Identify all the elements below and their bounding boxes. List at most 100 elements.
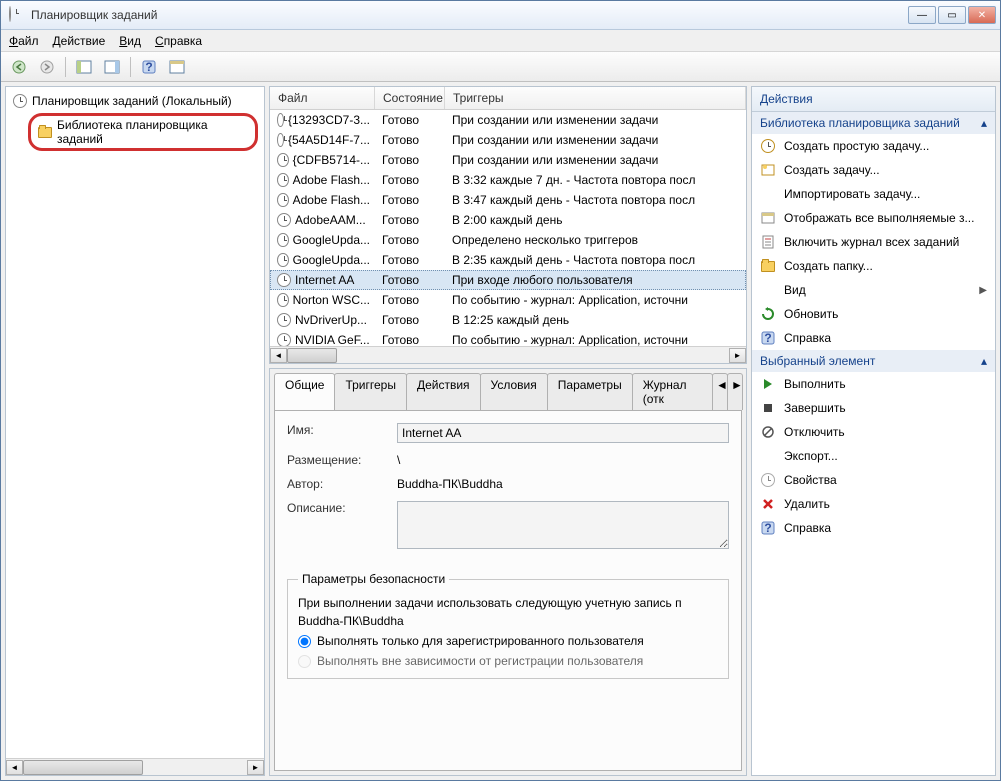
action-task-simple[interactable]: Создать простую задачу... <box>752 134 995 158</box>
maximize-button[interactable]: ▭ <box>938 6 966 24</box>
task-row[interactable]: {13293CD7-3...ГотовоПри создании или изм… <box>270 110 746 130</box>
content-area: Планировщик заданий (Локальный) Библиоте… <box>1 82 1000 780</box>
show-hide-actions-button[interactable] <box>100 55 124 79</box>
run-logged-on-radio[interactable] <box>298 635 311 648</box>
menu-help[interactable]: Справка <box>155 34 202 48</box>
col-trigger[interactable]: Триггеры <box>445 87 746 109</box>
task-list-scrollbar[interactable]: ◄ ► <box>270 346 746 363</box>
tab-general[interactable]: Общие <box>274 373 335 410</box>
task-state-cell: Готово <box>376 272 446 288</box>
description-label: Описание: <box>287 501 397 515</box>
action-label: Обновить <box>784 307 987 321</box>
section-selected[interactable]: Выбранный элемент ▴ <box>752 350 995 372</box>
col-file[interactable]: Файл <box>270 87 375 109</box>
action-help[interactable]: ?Справка <box>752 326 995 350</box>
task-row[interactable]: Internet AAГотовоПри входе любого пользо… <box>270 270 746 290</box>
action-run[interactable]: Выполнить <box>752 372 995 396</box>
action-disable[interactable]: Отключить <box>752 420 995 444</box>
name-field[interactable] <box>397 423 729 443</box>
action-delete[interactable]: Удалить <box>752 492 995 516</box>
tree-root-label: Планировщик заданий (Локальный) <box>32 94 232 108</box>
action-label: Создать простую задачу... <box>784 139 987 153</box>
task-name-cell: GoogleUpda... <box>271 252 376 268</box>
tab-scroll-left[interactable]: ◄ <box>712 373 728 410</box>
tab-scroll-right[interactable]: ► <box>727 373 743 410</box>
task-name-cell: {CDFB5714-... <box>271 152 376 168</box>
tree-panel: Планировщик заданий (Локальный) Библиоте… <box>5 86 265 776</box>
enable-log-icon <box>760 234 776 250</box>
actions-list-library: Создать простую задачу... Создать задачу.… <box>752 134 995 350</box>
action-help[interactable]: ?Справка <box>752 516 995 540</box>
task-row[interactable]: GoogleUpda...ГотовоВ 2:35 каждый день - … <box>270 250 746 270</box>
action-export[interactable]: Экспорт... <box>752 444 995 468</box>
radio1-label: Выполнять только для зарегистрированного… <box>317 634 644 648</box>
run-icon <box>760 376 776 392</box>
name-label: Имя: <box>287 423 397 437</box>
tree-library[interactable]: Библиотека планировщика заданий <box>8 111 262 153</box>
task-row[interactable]: {54A5D14F-7...ГотовоПри создании или изм… <box>270 130 746 150</box>
task-trigger-cell: При создании или изменении задачи <box>446 152 745 168</box>
scroll-right-arrow[interactable]: ► <box>247 760 264 775</box>
forward-button[interactable] <box>35 55 59 79</box>
action-show-running[interactable]: Отображать все выполняемые з... <box>752 206 995 230</box>
action-import[interactable]: Импортировать задачу... <box>752 182 995 206</box>
action-enable-log[interactable]: Включить журнал всех заданий <box>752 230 995 254</box>
show-hide-tree-button[interactable] <box>72 55 96 79</box>
tab-settings[interactable]: Параметры <box>547 373 633 410</box>
task-name-cell: Adobe Flash... <box>271 192 376 208</box>
properties-icon <box>760 472 776 488</box>
section-library[interactable]: Библиотека планировщика заданий ▴ <box>752 112 995 134</box>
description-field[interactable] <box>397 501 729 549</box>
menu-file[interactable]: Файл <box>9 34 39 48</box>
close-button[interactable]: ✕ <box>968 6 996 24</box>
task-name-cell: NvDriverUp... <box>271 312 376 328</box>
task-row[interactable]: {CDFB5714-...ГотовоПри создании или изме… <box>270 150 746 170</box>
scroll-thumb[interactable] <box>23 760 143 775</box>
clock-icon <box>277 193 289 207</box>
action-view[interactable]: Вид▶ <box>752 278 995 302</box>
task-row[interactable]: Norton WSC...ГотовоПо событию - журнал: … <box>270 290 746 310</box>
task-row[interactable]: Adobe Flash...ГотовоВ 3:47 каждый день -… <box>270 190 746 210</box>
task-row[interactable]: NvDriverUp...ГотовоВ 12:25 каждый день <box>270 310 746 330</box>
task-row[interactable]: GoogleUpda...ГотовоОпределено несколько … <box>270 230 746 250</box>
tab-conditions[interactable]: Условия <box>480 373 548 410</box>
action-task[interactable]: Создать задачу... <box>752 158 995 182</box>
tab-log[interactable]: Журнал (отк <box>632 373 713 410</box>
collapse-icon: ▴ <box>981 354 987 368</box>
menubar: Файл Действие Вид Справка <box>1 30 1000 52</box>
show-running-button[interactable] <box>165 55 189 79</box>
tree-scrollbar[interactable]: ◄ ► <box>6 758 264 775</box>
task-state-cell: Готово <box>376 152 446 168</box>
action-folder[interactable]: Создать папку... <box>752 254 995 278</box>
task-row[interactable]: NVIDIA GeF...ГотовоПо событию - журнал: … <box>270 330 746 346</box>
toolbar-separator <box>130 57 131 77</box>
clock-icon <box>277 333 291 346</box>
tab-actions[interactable]: Действия <box>406 373 481 410</box>
tabs: Общие Триггеры Действия Условия Параметр… <box>270 369 746 410</box>
menu-action[interactable]: Действие <box>53 34 106 48</box>
scroll-right-arrow[interactable]: ► <box>729 348 746 363</box>
task-row[interactable]: Adobe Flash...ГотовоВ 3:32 каждые 7 дн. … <box>270 170 746 190</box>
actions-panel: Действия Библиотека планировщика заданий… <box>751 86 996 776</box>
tree-root[interactable]: Планировщик заданий (Локальный) <box>8 91 262 111</box>
action-label: Создать задачу... <box>784 163 987 177</box>
task-name-cell: {13293CD7-3... <box>271 112 376 128</box>
menu-view[interactable]: Вид <box>119 34 141 48</box>
minimize-button[interactable]: — <box>908 6 936 24</box>
col-state[interactable]: Состояние <box>375 87 445 109</box>
scroll-thumb[interactable] <box>287 348 337 363</box>
action-end[interactable]: Завершить <box>752 396 995 420</box>
back-button[interactable] <box>7 55 31 79</box>
action-refresh[interactable]: Обновить <box>752 302 995 326</box>
task-row[interactable]: AdobeAAM...ГотовоВ 2:00 каждый день <box>270 210 746 230</box>
scroll-left-arrow[interactable]: ◄ <box>270 348 287 363</box>
help-button[interactable]: ? <box>137 55 161 79</box>
tab-triggers[interactable]: Триггеры <box>334 373 407 410</box>
action-properties[interactable]: Свойства <box>752 468 995 492</box>
task-trigger-cell: При входе любого пользователя <box>446 272 745 288</box>
scroll-left-arrow[interactable]: ◄ <box>6 760 23 775</box>
task-name-cell: NVIDIA GeF... <box>271 332 376 346</box>
help-icon: ? <box>760 330 776 346</box>
location-value: \ <box>397 453 729 467</box>
section-selected-label: Выбранный элемент <box>760 354 875 368</box>
